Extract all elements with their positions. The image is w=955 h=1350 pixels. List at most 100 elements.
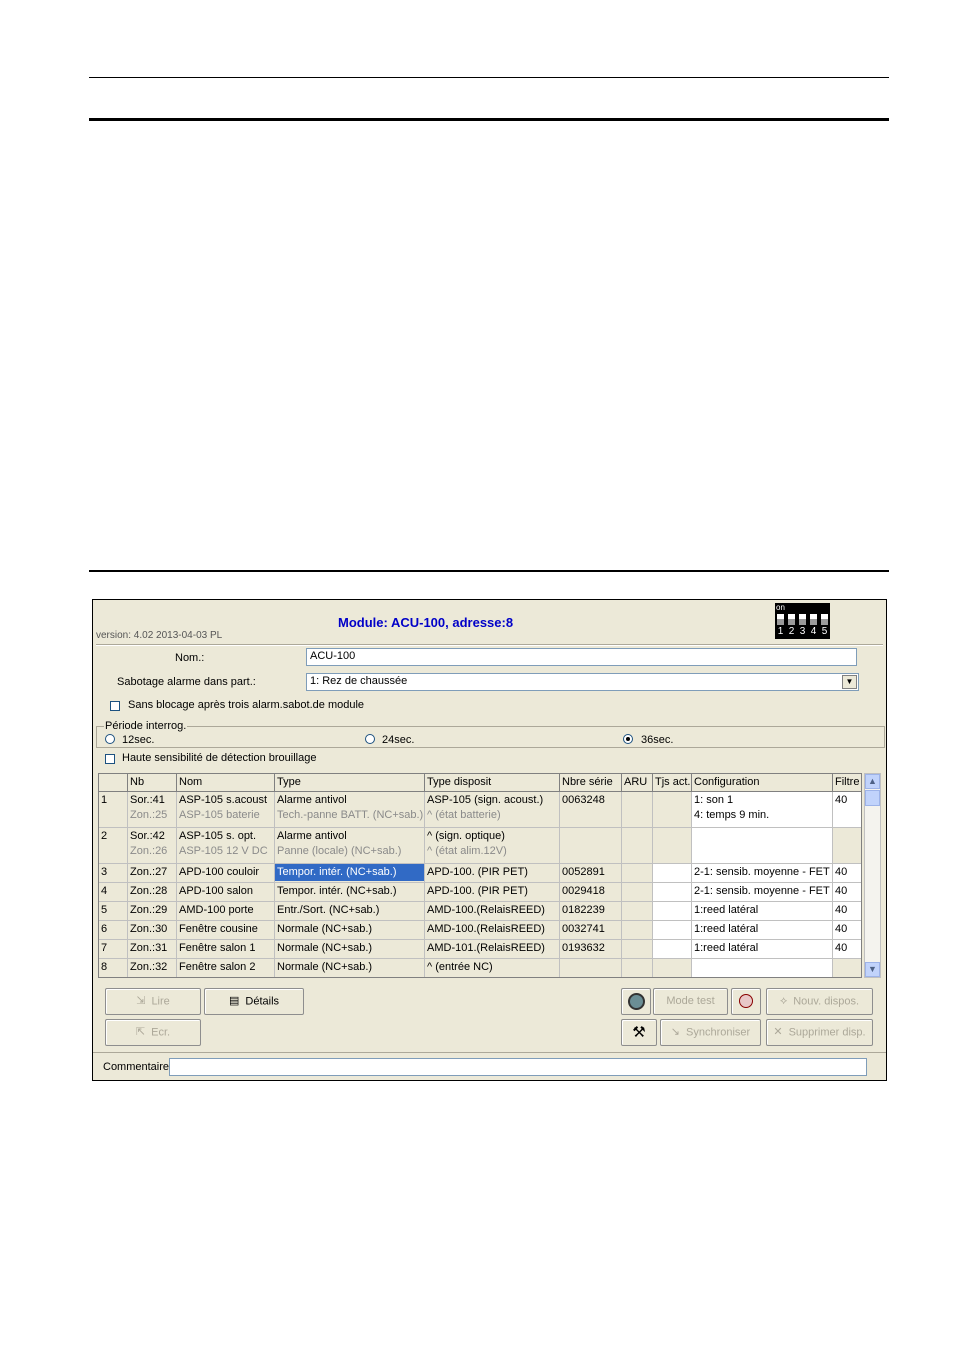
cell-nbre-serie[interactable] (560, 828, 622, 864)
cell-tjs-act[interactable] (653, 864, 692, 883)
cell-type-disposit[interactable]: APD-100. (PIR PET) (425, 864, 560, 883)
grid-header-type[interactable]: Type (275, 774, 425, 792)
supprimer-button[interactable]: ✕ Supprimer disp. (766, 1019, 873, 1046)
cell-filtre[interactable] (833, 828, 861, 864)
scroll-down-icon[interactable]: ▼ (865, 962, 880, 977)
cell-configuration[interactable]: 1:reed latéral (692, 940, 833, 959)
synchroniser-button[interactable]: ↘ Synchroniser (660, 1019, 761, 1046)
cell-nom[interactable]: ASP-105 s. opt. ASP-105 12 V DC (177, 828, 275, 864)
cell-nb[interactable]: Sor.:42 Zon.:26 (128, 828, 177, 864)
cell-nbre-serie[interactable]: 0052891 (560, 864, 622, 883)
cell-nbre-serie[interactable]: 0029418 (560, 883, 622, 902)
radio-signal-button[interactable] (731, 988, 761, 1015)
cell-aru[interactable] (622, 828, 653, 864)
grid-header-tjs-act[interactable]: Tjs act. (653, 774, 692, 792)
cell-configuration[interactable] (692, 959, 833, 977)
cell-row-number[interactable]: 2 (99, 828, 128, 864)
mode-test-button[interactable]: Mode test (653, 988, 728, 1015)
cell-aru[interactable] (622, 883, 653, 902)
cell-filtre[interactable]: 40 (833, 864, 861, 883)
cell-nbre-serie[interactable]: 0063248 (560, 792, 622, 828)
grid-header-type-disposit[interactable]: Type disposit (425, 774, 560, 792)
cell-type[interactable]: Tempor. intér. (NC+sab.) (275, 883, 425, 902)
grid-header-nom[interactable]: Nom (177, 774, 275, 792)
cell-row-number[interactable]: 4 (99, 883, 128, 902)
cell-filtre[interactable]: 40 (833, 921, 861, 940)
cell-filtre[interactable]: 40 (833, 902, 861, 921)
devices-grid[interactable]: Nb Nom Type Type disposit Nbre série ARU… (98, 773, 862, 978)
cell-configuration[interactable]: 1: son 1 4: temps 9 min. (692, 792, 833, 828)
cell-tjs-act[interactable] (653, 940, 692, 959)
cell-aru[interactable] (622, 921, 653, 940)
cell-type-disposit[interactable]: AMD-101.(RelaisREED) (425, 940, 560, 959)
grid-header-configuration[interactable]: Configuration (692, 774, 833, 792)
cell-configuration[interactable]: 1:reed latéral (692, 921, 833, 940)
cell-configuration[interactable]: 1:reed latéral (692, 902, 833, 921)
chevron-down-icon[interactable]: ▼ (842, 675, 857, 689)
grid-header-aru[interactable]: ARU (622, 774, 653, 792)
cell-configuration[interactable] (692, 828, 833, 864)
cell-nom[interactable]: APD-100 salon (177, 883, 275, 902)
tools-button[interactable]: ⚒ (621, 1019, 657, 1046)
periode-radio-36[interactable] (623, 734, 633, 744)
cell-type[interactable]: Tempor. intér. (NC+sab.) (275, 864, 425, 883)
cell-filtre[interactable]: 40 (833, 940, 861, 959)
cell-aru[interactable] (622, 864, 653, 883)
cell-nb[interactable]: Zon.:32 (128, 959, 177, 977)
cell-nbre-serie[interactable]: 0182239 (560, 902, 622, 921)
nom-field[interactable]: ACU-100 (306, 648, 857, 666)
scroll-up-icon[interactable]: ▲ (865, 774, 880, 789)
cell-tjs-act[interactable] (653, 828, 692, 864)
cell-nom[interactable]: AMD-100 porte (177, 902, 275, 921)
sans-blocage-checkbox[interactable] (110, 701, 120, 711)
cell-nb[interactable]: Sor.:41 Zon.:25 (128, 792, 177, 828)
cell-nb[interactable]: Zon.:27 (128, 864, 177, 883)
cell-type[interactable]: Alarme antivol Tech.-panne BATT. (NC+sab.… (275, 792, 425, 828)
cell-row-number[interactable]: 1 (99, 792, 128, 828)
details-button[interactable]: ▤ Détails (204, 988, 304, 1015)
cell-filtre[interactable]: 40 (833, 883, 861, 902)
cell-row-number[interactable]: 6 (99, 921, 128, 940)
scroll-thumb[interactable] (865, 790, 880, 806)
cell-type[interactable]: Entr./Sort. (NC+sab.) (275, 902, 425, 921)
haute-sensibilite-checkbox[interactable] (105, 754, 115, 764)
cell-type-disposit[interactable]: APD-100. (PIR PET) (425, 883, 560, 902)
periode-radio-12[interactable] (105, 734, 115, 744)
cell-type[interactable]: Normale (NC+sab.) (275, 940, 425, 959)
cell-tjs-act[interactable] (653, 959, 692, 977)
cell-aru[interactable] (622, 902, 653, 921)
cell-tjs-act[interactable] (653, 902, 692, 921)
cell-nb[interactable]: Zon.:31 (128, 940, 177, 959)
lire-button[interactable]: ⇲ Lire (105, 988, 201, 1015)
cell-aru[interactable] (622, 959, 653, 977)
cell-row-number[interactable]: 7 (99, 940, 128, 959)
cell-type[interactable]: Alarme antivol Panne (locale) (NC+sab.) (275, 828, 425, 864)
grid-header-nb[interactable]: Nb (128, 774, 177, 792)
cell-row-number[interactable]: 5 (99, 902, 128, 921)
grid-scrollbar[interactable]: ▲ ▼ (864, 773, 881, 978)
grid-header-filtre[interactable]: Filtre (833, 774, 861, 792)
cell-tjs-act[interactable] (653, 883, 692, 902)
cell-row-number[interactable]: 8 (99, 959, 128, 977)
cell-type[interactable]: Normale (NC+sab.) (275, 921, 425, 940)
cell-configuration[interactable]: 2-1: sensib. moyenne - FET (692, 883, 833, 902)
cell-configuration[interactable]: 2-1: sensib. moyenne - FET (692, 864, 833, 883)
cell-nbre-serie[interactable]: 0193632 (560, 940, 622, 959)
cell-nbre-serie[interactable]: 0032741 (560, 921, 622, 940)
periode-radio-24[interactable] (365, 734, 375, 744)
cell-nom[interactable]: Fenêtre salon 1 (177, 940, 275, 959)
cell-type-disposit[interactable]: ASP-105 (sign. acoust.) ^ (état batterie) (425, 792, 560, 828)
cell-nb[interactable]: Zon.:30 (128, 921, 177, 940)
cell-tjs-act[interactable] (653, 792, 692, 828)
cell-tjs-act[interactable] (653, 921, 692, 940)
cell-filtre[interactable]: 40 (833, 792, 861, 828)
cell-nom[interactable]: APD-100 couloir (177, 864, 275, 883)
comment-field[interactable] (169, 1058, 867, 1076)
cell-nom[interactable]: Fenêtre cousine (177, 921, 275, 940)
cell-nb[interactable]: Zon.:29 (128, 902, 177, 921)
cell-nb[interactable]: Zon.:28 (128, 883, 177, 902)
cell-nbre-serie[interactable] (560, 959, 622, 977)
sabotage-select[interactable]: 1: Rez de chaussée ▼ (306, 673, 859, 691)
cell-row-number[interactable]: 3 (99, 864, 128, 883)
cell-type-disposit[interactable]: AMD-100.(RelaisREED) (425, 902, 560, 921)
